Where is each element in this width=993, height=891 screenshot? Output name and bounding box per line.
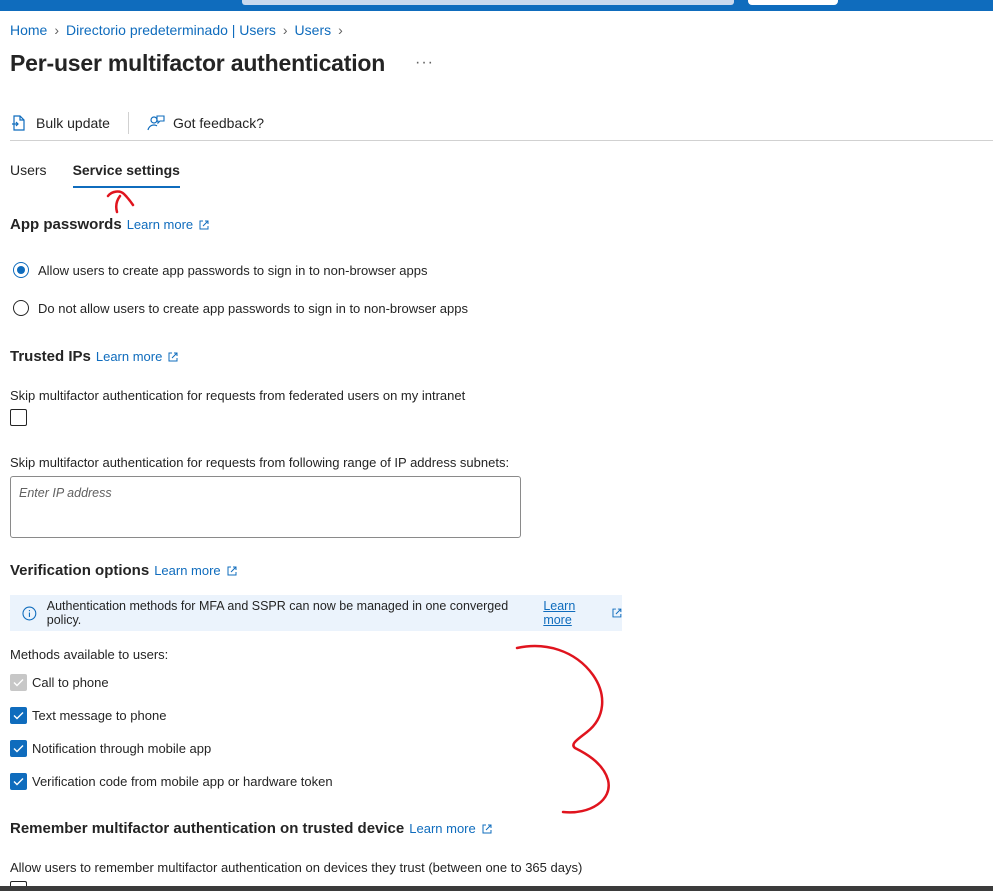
method-label: Text message to phone — [32, 708, 167, 723]
method-label: Notification through mobile app — [32, 741, 212, 756]
ip-range-label: Skip multifactor authentication for requ… — [10, 455, 510, 470]
radio-button[interactable] — [13, 300, 29, 316]
checkmark-icon — [13, 679, 24, 687]
feedback-person-icon — [147, 115, 165, 131]
bulk-update-button[interactable]: Bulk update — [10, 114, 110, 132]
ip-address-input[interactable]: Enter IP address — [10, 476, 521, 538]
tab-service-settings[interactable]: Service settings — [72, 160, 180, 188]
global-search-box[interactable] — [242, 0, 734, 5]
radio-label: Allow users to create app passwords to s… — [38, 262, 428, 278]
more-options-button[interactable]: ··· — [415, 54, 434, 72]
tab-list: Users Service settings — [10, 160, 206, 188]
section-heading: Verification options — [10, 562, 150, 579]
method-label: Verification code from mobile app or har… — [32, 774, 333, 789]
section-heading: App passwords — [10, 216, 122, 233]
app-passwords-section: App passwords Learn more — [10, 216, 209, 233]
method-text-message[interactable]: Text message to phone — [10, 707, 166, 724]
external-link-icon — [199, 220, 209, 229]
learn-more-label: Learn more — [126, 217, 194, 232]
info-icon — [22, 606, 37, 620]
checkbox-checked[interactable] — [10, 740, 27, 757]
info-banner-text: Authentication methods for MFA and SSPR … — [46, 599, 509, 627]
toolbar-divider-line — [10, 140, 993, 141]
learn-more-label: Learn more — [409, 821, 476, 836]
app-passwords-learn-more-link[interactable]: Learn more — [127, 217, 209, 232]
section-heading: Remember multifactor authentication on t… — [10, 820, 405, 837]
command-bar: Bulk update Got feedback? — [10, 110, 264, 136]
tab-users[interactable]: Users — [10, 160, 47, 188]
checkbox-checked-disabled — [10, 674, 27, 691]
methods-label: Methods available to users: — [10, 647, 169, 662]
bulk-update-label: Bulk update — [36, 115, 110, 131]
federated-users-label: Skip multifactor authentication for requ… — [10, 388, 466, 403]
checkmark-icon — [13, 712, 24, 720]
info-banner-learn-more-link[interactable]: Learn more — [543, 599, 622, 627]
method-verification-code[interactable]: Verification code from mobile app or har… — [10, 773, 333, 790]
checkbox-checked[interactable] — [10, 773, 27, 790]
top-bar — [0, 0, 993, 11]
checkbox-checked[interactable] — [10, 707, 27, 724]
trusted-ips-learn-more-link[interactable]: Learn more — [96, 349, 178, 364]
breadcrumb-users[interactable]: Users — [295, 22, 332, 38]
breadcrumb: Home › Directorio predeterminado | Users… — [10, 22, 350, 38]
breadcrumb-directory[interactable]: Directorio predeterminado | Users — [66, 22, 276, 38]
feedback-label: Got feedback? — [172, 115, 265, 131]
top-bar-button[interactable] — [748, 0, 838, 5]
external-link-icon — [168, 352, 178, 361]
verification-learn-more-link[interactable]: Learn more — [154, 563, 237, 578]
learn-more-label: Learn more — [154, 563, 221, 578]
radio-allow-app-passwords[interactable]: Allow users to create app passwords to s… — [13, 262, 427, 278]
method-label: Call to phone — [32, 675, 109, 690]
external-link-icon — [227, 566, 237, 575]
verification-options-section: Verification options Learn more — [10, 562, 237, 579]
feedback-button[interactable]: Got feedback? — [147, 114, 264, 132]
trusted-ips-section: Trusted IPs Learn more — [10, 348, 178, 365]
method-call-to-phone[interactable]: Call to phone — [10, 674, 109, 691]
checkmark-icon — [13, 778, 24, 786]
radio-disallow-app-passwords[interactable]: Do not allow users to create app passwor… — [13, 300, 468, 316]
ip-address-placeholder: Enter IP address — [19, 486, 112, 500]
annotation-number-2 — [106, 190, 135, 214]
remember-mfa-label: Allow users to remember multifactor auth… — [10, 860, 583, 875]
federated-users-checkbox[interactable] — [10, 409, 27, 426]
remember-learn-more-link[interactable]: Learn more — [409, 821, 492, 836]
radio-label: Do not allow users to create app passwor… — [38, 300, 468, 316]
document-arrow-icon — [12, 115, 25, 131]
radio-button-selected[interactable] — [13, 262, 29, 278]
chevron-right-icon: › — [54, 22, 60, 38]
external-link-icon — [482, 824, 492, 833]
chevron-right-icon: › — [338, 22, 343, 38]
section-heading: Trusted IPs — [10, 348, 91, 365]
info-banner: Authentication methods for MFA and SSPR … — [10, 595, 622, 631]
external-link-icon — [612, 608, 622, 618]
annotation-number-3 — [515, 644, 610, 814]
learn-more-label: Learn more — [543, 599, 576, 627]
remember-mfa-section: Remember multifactor authentication on t… — [10, 820, 492, 837]
checkmark-icon — [13, 745, 24, 753]
toolbar-divider — [127, 112, 129, 134]
window-bottom-edge — [0, 886, 993, 891]
chevron-right-icon: › — [282, 22, 288, 38]
method-mobile-notification[interactable]: Notification through mobile app — [10, 740, 211, 757]
page-title: Per-user multifactor authentication — [10, 50, 386, 76]
breadcrumb-home[interactable]: Home — [10, 22, 47, 38]
learn-more-label: Learn more — [95, 349, 163, 364]
